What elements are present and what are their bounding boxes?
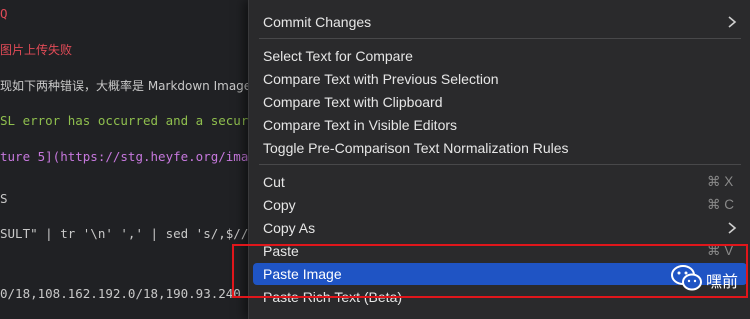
menu-item-compare-previous-selection[interactable]: Compare Text with Previous Selection xyxy=(249,68,750,90)
watermark-text: 嘿前 xyxy=(706,272,739,291)
editor-line-5: ture 5](https://stg.heyfe.org/imag xyxy=(0,149,252,164)
editor-line-6: S xyxy=(0,191,8,206)
editor-line-7: SULT" | tr '\n' ',' | sed 's/,$//') xyxy=(0,226,252,241)
editor-line-8: 0/18,108.162.192.0/18,190.93.240.0/ xyxy=(0,286,252,301)
shortcut-label: ⌘ C xyxy=(707,197,734,212)
menu-item-label: Select Text for Compare xyxy=(263,48,413,64)
wechat-icon xyxy=(671,265,702,291)
menu-separator xyxy=(259,164,741,165)
menu-item-label: Copy xyxy=(263,197,296,213)
menu-item-cut[interactable]: Cut ⌘ X xyxy=(249,171,750,193)
editor-pane[interactable]: Q 图片上传失败 现如下两种错误，大概率是 Markdown Image SL … xyxy=(0,0,252,319)
menu-item-label: Compare Text in Visible Editors xyxy=(263,117,458,133)
chevron-right-icon xyxy=(728,222,737,234)
menu-item-select-text-for-compare[interactable]: Select Text for Compare xyxy=(249,45,750,67)
menu-item-copy-as[interactable]: Copy As xyxy=(249,217,750,239)
menu-item-label: Toggle Pre-Comparison Text Normalization… xyxy=(263,140,569,156)
menu-item-label: Commit Changes xyxy=(263,14,372,30)
editor-line-4: SL error has occurred and a secure xyxy=(0,113,252,128)
editor-line-2: 图片上传失败 xyxy=(0,43,73,57)
menu-item-compare-visible-editors[interactable]: Compare Text in Visible Editors xyxy=(249,114,750,136)
menu-item-label: Compare Text with Previous Selection xyxy=(263,71,499,87)
menu-item-label: Compare Text with Clipboard xyxy=(263,94,443,110)
shortcut-label: ⌘ X xyxy=(707,174,734,189)
editor-line-3: 现如下两种错误，大概率是 Markdown Image xyxy=(0,79,252,93)
menu-item-compare-clipboard[interactable]: Compare Text with Clipboard xyxy=(249,91,750,113)
editor-line-1: Q xyxy=(0,6,8,21)
menu-separator xyxy=(259,38,741,39)
chevron-right-icon xyxy=(728,16,737,28)
menu-item-label: Cut xyxy=(263,174,285,190)
menu-item-toggle-normalization-rules[interactable]: Toggle Pre-Comparison Text Normalization… xyxy=(249,137,750,159)
watermark: 嘿前 xyxy=(670,262,750,296)
menu-item-commit-changes[interactable]: Commit Changes xyxy=(249,11,750,33)
menu-item-label: Copy As xyxy=(263,220,316,236)
menu-item-copy[interactable]: Copy ⌘ C xyxy=(249,194,750,216)
